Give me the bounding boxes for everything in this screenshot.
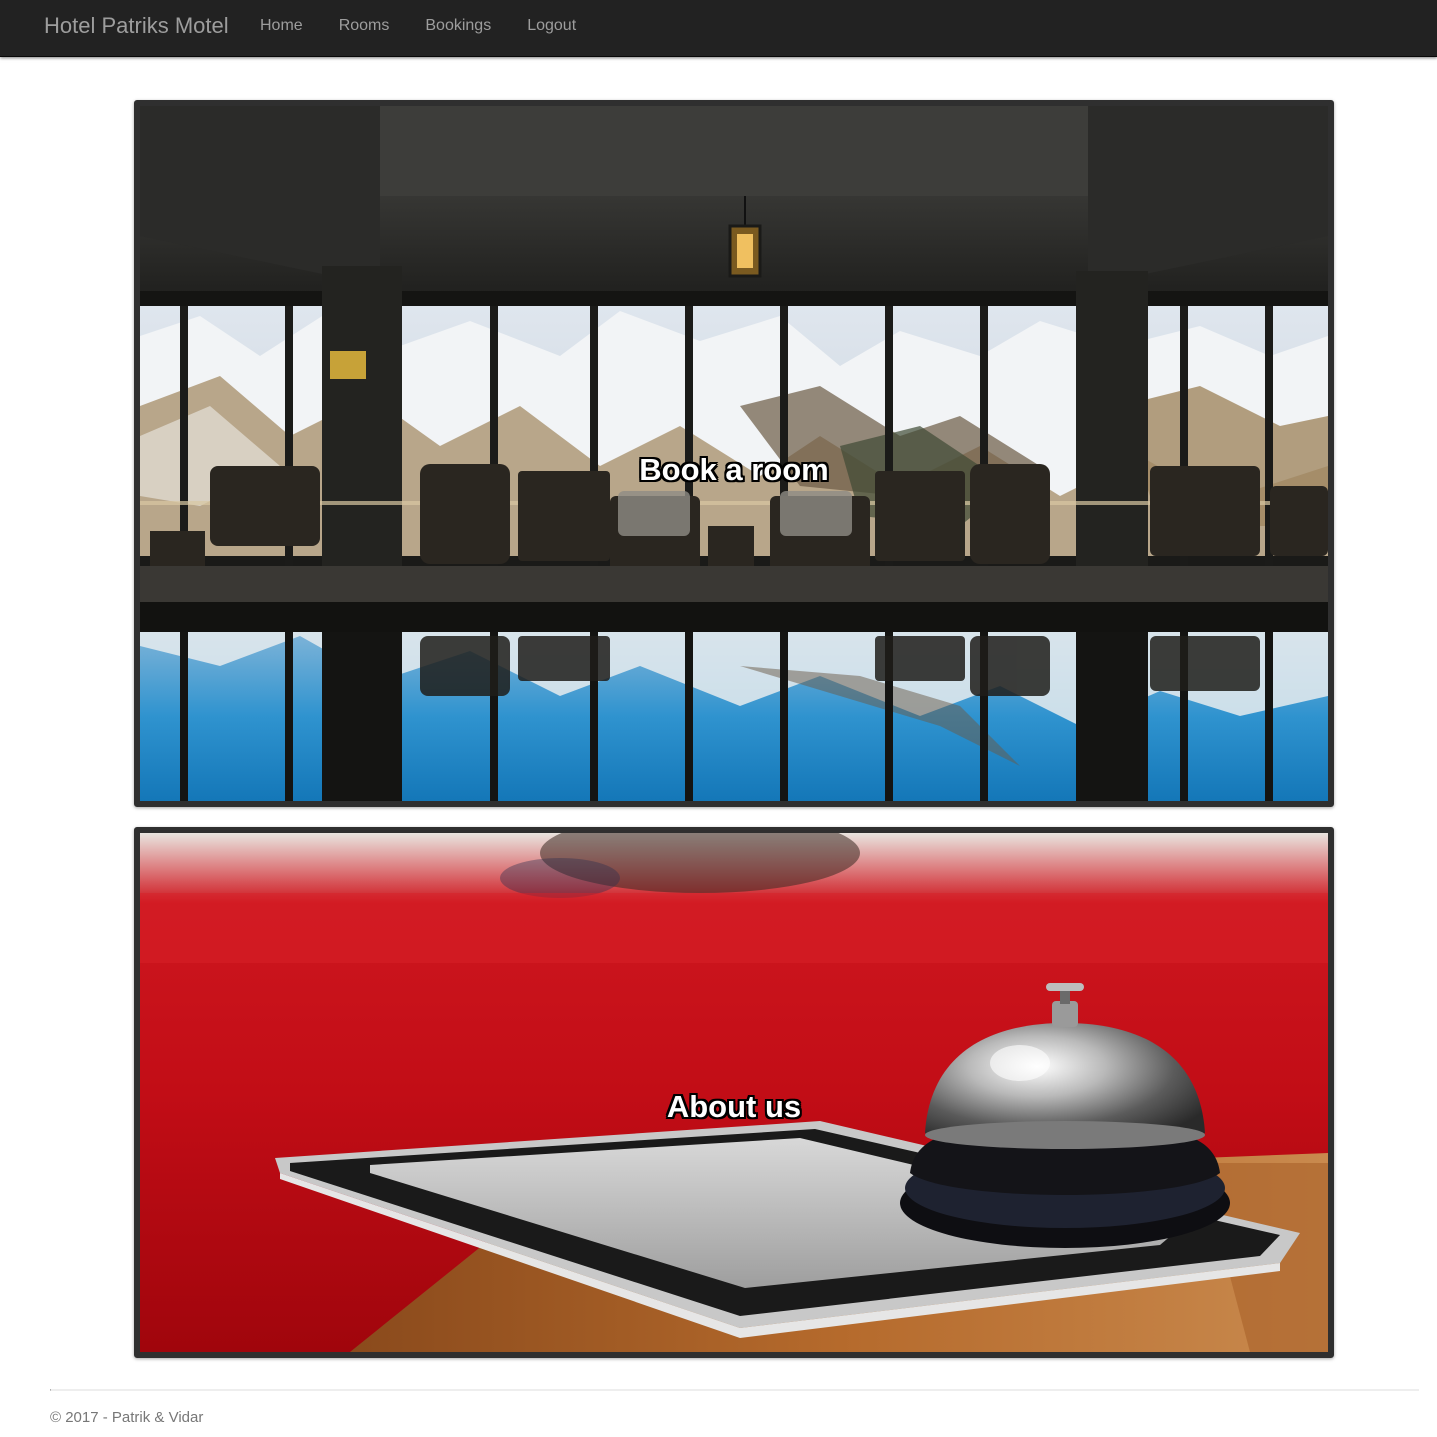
footer-divider: [50, 1389, 1419, 1391]
book-room-panel[interactable]: Book a room: [134, 100, 1334, 807]
brand-link[interactable]: Hotel Patriks Motel: [44, 13, 229, 39]
about-us-title: About us: [666, 1089, 802, 1124]
about-us-panel[interactable]: About us: [134, 827, 1334, 1358]
nav-rooms-link[interactable]: Rooms: [321, 0, 408, 56]
footer-copyright: © 2017 - Patrik & Vidar: [50, 1409, 204, 1426]
nav-bookings-link[interactable]: Bookings: [407, 0, 509, 56]
nav-links: Home Rooms Bookings Logout: [242, 0, 594, 56]
top-navbar: Hotel Patriks Motel Home Rooms Bookings …: [0, 0, 1437, 57]
nav-logout-link[interactable]: Logout: [509, 0, 594, 56]
nav-home-link[interactable]: Home: [242, 0, 321, 56]
book-room-title: Book a room: [639, 452, 829, 487]
